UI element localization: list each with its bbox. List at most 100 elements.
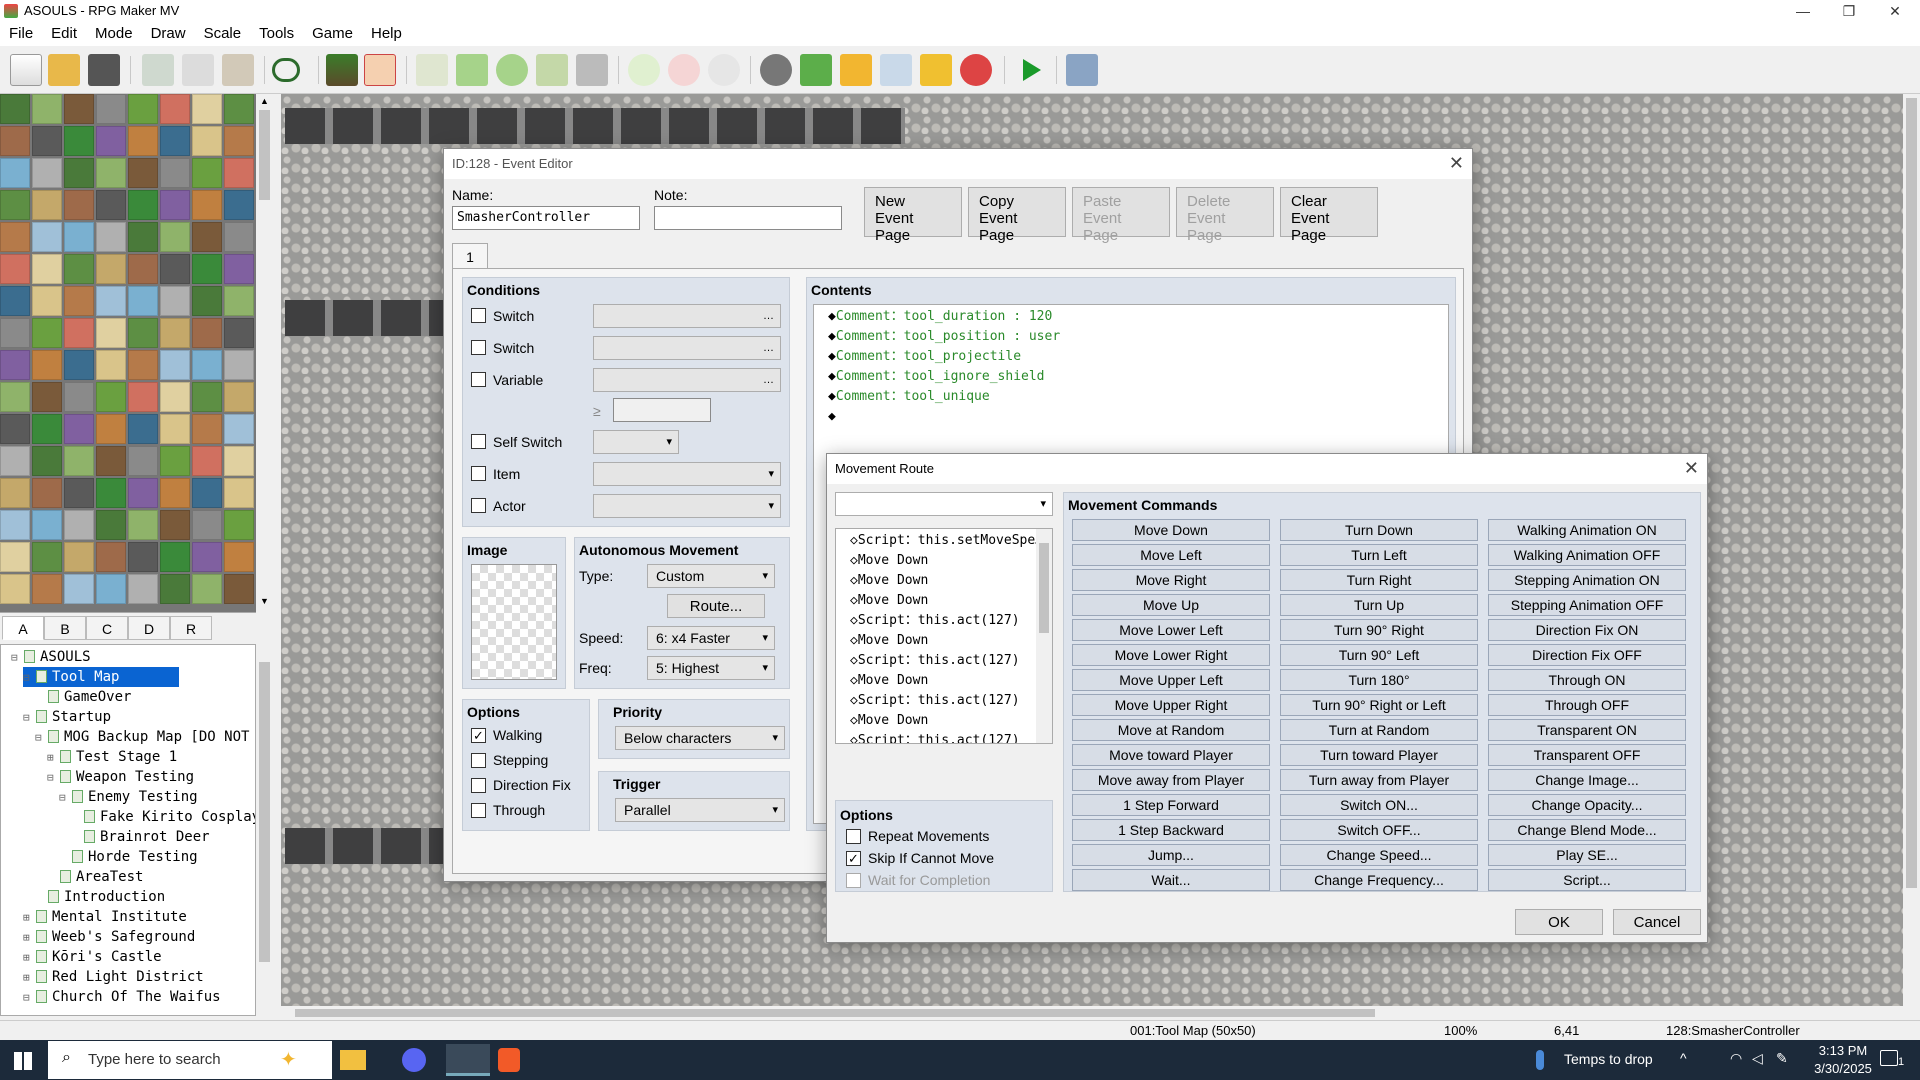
movement-command-button[interactable]: Through ON — [1488, 669, 1686, 691]
tile[interactable] — [224, 222, 254, 252]
scroll-up-icon[interactable]: ▲ — [260, 96, 269, 106]
tile[interactable] — [160, 126, 190, 156]
movement-command-button[interactable]: Move Upper Right — [1072, 694, 1270, 716]
tileset-palette[interactable] — [0, 94, 256, 612]
flood-fill-icon[interactable] — [536, 54, 568, 86]
item-checkbox[interactable] — [471, 466, 486, 481]
command-line[interactable]: ◆Comment：tool_projectile — [828, 347, 1021, 367]
movement-command-button[interactable]: Move Upper Left — [1072, 669, 1270, 691]
tile[interactable] — [0, 350, 30, 380]
tile[interactable] — [0, 286, 30, 316]
movement-command-button[interactable]: Move Right — [1072, 569, 1270, 591]
scroll-thumb[interactable] — [1039, 543, 1049, 633]
network-icon[interactable]: ◠ — [1730, 1050, 1742, 1067]
tile[interactable] — [160, 478, 190, 508]
map-tree-item[interactable]: Brainrot Deer — [71, 827, 210, 847]
tree-expander-icon[interactable]: ⊟ — [23, 988, 34, 1008]
tile[interactable] — [64, 510, 94, 540]
resource-manager-icon[interactable] — [920, 54, 952, 86]
clear-event-page-button[interactable]: Clear Event Page — [1280, 187, 1378, 244]
speed-select[interactable]: 6: x4 Faster — [647, 626, 775, 650]
movement-command-button[interactable]: Turn 90° Right or Left — [1280, 694, 1478, 716]
movement-command-button[interactable]: Move Down — [1072, 519, 1270, 541]
tile[interactable] — [96, 350, 126, 380]
file-explorer-icon[interactable] — [340, 1050, 366, 1070]
tile[interactable] — [224, 318, 254, 348]
tile[interactable] — [160, 286, 190, 316]
movement-command-button[interactable]: Wait... — [1072, 869, 1270, 891]
movement-command-button[interactable]: 1 Step Backward — [1072, 819, 1270, 841]
ok-button[interactable]: OK — [1515, 909, 1603, 935]
tile[interactable] — [96, 478, 126, 508]
tile[interactable] — [96, 446, 126, 476]
tile[interactable] — [96, 94, 126, 124]
tile[interactable] — [96, 574, 126, 604]
movement-command-button[interactable]: Change Speed... — [1280, 844, 1478, 866]
tile[interactable] — [192, 318, 222, 348]
tile[interactable] — [96, 318, 126, 348]
tile[interactable] — [224, 510, 254, 540]
tile[interactable] — [0, 478, 30, 508]
map-tree-item[interactable]: GameOver — [35, 687, 131, 707]
tile[interactable] — [64, 414, 94, 444]
menu-help[interactable]: Help — [362, 22, 411, 42]
movement-command-button[interactable]: Transparent OFF — [1488, 744, 1686, 766]
variable-value-field[interactable] — [613, 398, 711, 422]
tile[interactable] — [128, 382, 158, 412]
movement-command-button[interactable]: Script... — [1488, 869, 1686, 891]
switch2-select[interactable] — [593, 336, 781, 360]
movement-command-button[interactable]: Move Up — [1072, 594, 1270, 616]
tile[interactable] — [192, 350, 222, 380]
sound-test-icon[interactable] — [840, 54, 872, 86]
tile[interactable] — [96, 510, 126, 540]
tile[interactable] — [96, 286, 126, 316]
tile[interactable] — [0, 94, 30, 124]
map-tree-item[interactable]: ⊟ Enemy Testing — [59, 787, 198, 807]
command-line[interactable]: ◆Comment：tool_ignore_shield — [828, 367, 1045, 387]
map-tree-item[interactable]: ⊟ Weapon Testing — [47, 767, 194, 787]
route-command[interactable]: ◇Script：this.act(127) — [850, 611, 1020, 631]
movement-command-button[interactable]: Transparent ON — [1488, 719, 1686, 741]
menu-scale[interactable]: Scale — [195, 22, 251, 42]
zoom-in-icon[interactable] — [628, 54, 660, 86]
tile[interactable] — [64, 478, 94, 508]
start-button-icon[interactable] — [14, 1052, 32, 1070]
movement-command-button[interactable]: Turn toward Player — [1280, 744, 1478, 766]
tile[interactable] — [128, 222, 158, 252]
tile[interactable] — [96, 254, 126, 284]
tree-expander-icon[interactable]: ⊟ — [59, 788, 70, 808]
map-tree-item[interactable]: ⊞ Mental Institute — [23, 907, 187, 927]
route-command[interactable]: ◇Move Down — [850, 571, 928, 591]
tile[interactable] — [160, 190, 190, 220]
tile[interactable] — [192, 190, 222, 220]
tile[interactable] — [160, 350, 190, 380]
menu-file[interactable]: File — [0, 22, 42, 42]
tab-b[interactable]: B — [44, 616, 86, 640]
movement-command-button[interactable]: Switch ON... — [1280, 794, 1478, 816]
map-tree-item[interactable]: Introduction — [35, 887, 165, 907]
tile[interactable] — [64, 126, 94, 156]
tile[interactable] — [224, 190, 254, 220]
route-button[interactable]: Route... — [667, 594, 765, 618]
switch2-checkbox[interactable] — [471, 340, 486, 355]
pen-icon[interactable]: ✎ — [1776, 1050, 1788, 1067]
tile[interactable] — [96, 414, 126, 444]
map-tree-item[interactable]: ⊞ Red Light District — [23, 967, 204, 987]
route-command[interactable]: ◇Script：this.act(127) — [850, 731, 1020, 743]
map-tree-item[interactable]: ⊟ ASOULS — [11, 647, 91, 667]
map-tree-item[interactable]: ⊟ Church Of The Waifus — [23, 987, 221, 1007]
tile[interactable] — [224, 286, 254, 316]
tile[interactable] — [64, 254, 94, 284]
new-project-icon[interactable] — [10, 54, 42, 86]
tile[interactable] — [32, 382, 62, 412]
tile[interactable] — [128, 478, 158, 508]
weather-text[interactable]: Temps to drop — [1564, 1051, 1653, 1067]
movement-command-button[interactable]: Change Frequency... — [1280, 869, 1478, 891]
variable-checkbox[interactable] — [471, 372, 486, 387]
tile[interactable] — [160, 414, 190, 444]
tile[interactable] — [64, 382, 94, 412]
tile[interactable] — [96, 158, 126, 188]
tile[interactable] — [192, 126, 222, 156]
tray-chevron-icon[interactable]: ^ — [1680, 1050, 1687, 1066]
tile[interactable] — [96, 222, 126, 252]
